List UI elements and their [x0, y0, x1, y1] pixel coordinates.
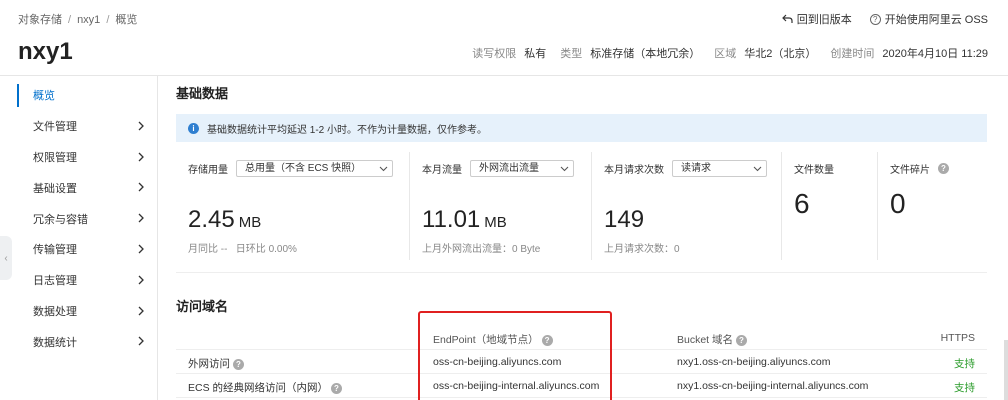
- requests-label: 本月请求次数: [604, 164, 664, 176]
- traffic-last-month: 上月外网流出流量：0 Byte: [422, 244, 541, 255]
- breadcrumb-bucket[interactable]: nxy1: [77, 14, 100, 26]
- chevron-right-icon: [138, 244, 144, 254]
- traffic-card: 本月流量 外网流出流量 11.01 MB 上月外网流出流量：0 Byte: [410, 152, 592, 260]
- oss-bucket-overview: 对象存储 / nxy1/概览 回到旧版本 ? 开始使用阿里云 OSS nxy1 读写…: [0, 0, 1008, 400]
- bucket-meta: 读写权限 私有 类型 标准存储（本地冗余） 区域 华北2（北京） 创建时间 20…: [472, 45, 994, 61]
- row-access-type: ECS 的经典网络访问（内网） ?: [188, 380, 342, 395]
- breadcrumb-current: 概览: [115, 14, 138, 26]
- chevron-right-icon: [138, 152, 144, 162]
- chevron-right-icon: [138, 336, 144, 346]
- rw-label: 读写权限: [472, 48, 517, 60]
- domains-title: 访问域名: [176, 299, 229, 314]
- requests-value: 149: [604, 206, 645, 233]
- sidebar-item-overview[interactable]: 概览: [0, 80, 157, 111]
- row-bucket-domain[interactable]: nxy1.oss-cn-beijing.aliyuncs.com: [677, 356, 830, 368]
- section-divider: [176, 272, 987, 273]
- sidebar-item-data-processing[interactable]: 数据处理: [0, 296, 157, 327]
- traffic-value: 11.01 MB: [422, 206, 507, 233]
- chevron-down-icon: [379, 166, 388, 171]
- chevron-right-icon: [138, 213, 144, 223]
- chevron-left-icon: ‹: [4, 252, 8, 264]
- file-count-card: 文件数量 6: [782, 152, 878, 260]
- chevron-down-icon: [753, 166, 762, 171]
- fragments-label: 文件碎片: [890, 164, 930, 176]
- type-label: 类型: [560, 48, 583, 60]
- chevron-right-icon: [138, 121, 144, 131]
- region-value: 华北2（北京）: [744, 48, 817, 60]
- chevron-right-icon: [138, 182, 144, 192]
- endpoint-highlight-box: [418, 311, 612, 400]
- storage-compare: 月同比 -- 日环比 0.00%: [188, 244, 297, 255]
- file-count-label: 文件数量: [794, 164, 834, 176]
- row-bucket-domain[interactable]: nxy1.oss-cn-beijing-internal.aliyuncs.co…: [677, 380, 868, 392]
- sidebar-item-redundancy[interactable]: 冗余与容错: [0, 203, 157, 234]
- help-icon[interactable]: ?: [938, 162, 949, 174]
- bucket-domain-header: Bucket 域名 ?: [677, 332, 747, 347]
- return-arrow-icon: [781, 14, 793, 23]
- help-icon[interactable]: ?: [232, 358, 244, 370]
- sidebar-item-transfer[interactable]: 传输管理: [0, 234, 157, 265]
- stats-cards: 存储用量 总用量（不含 ECS 快照） 2.45 MB 月同比 -- 日环比 0.…: [176, 152, 987, 260]
- fragments-card: 文件碎片 ? 0: [878, 152, 987, 260]
- question-circle-icon: ?: [869, 13, 881, 25]
- file-count-value: 6: [794, 188, 810, 219]
- https-header: HTTPS: [940, 332, 975, 344]
- sidebar-item-files[interactable]: 文件管理: [0, 111, 157, 142]
- help-icon[interactable]: ?: [735, 334, 747, 346]
- sidebar: 概览 文件管理 权限管理 基础设置 冗余与容错 传输管理 日志管理 数据处理 数…: [0, 76, 158, 400]
- storage-label: 存储用量: [188, 164, 228, 176]
- created-value: 2020年4月10日 11:29: [882, 48, 988, 60]
- storage-value: 2.45 MB: [188, 206, 262, 233]
- requests-card: 本月请求次数 读请求 149 上月请求次数：0: [592, 152, 782, 260]
- breadcrumb-oss[interactable]: 对象存储: [18, 14, 62, 26]
- storage-type-select[interactable]: 总用量（不含 ECS 快照）: [236, 159, 393, 177]
- get-started-link[interactable]: ? 开始使用阿里云 OSS: [869, 11, 988, 27]
- storage-card: 存储用量 总用量（不含 ECS 快照） 2.45 MB 月同比 -- 日环比 0.…: [176, 152, 410, 260]
- info-icon: i: [188, 122, 199, 134]
- type-value: 标准存储（本地冗余）: [590, 48, 701, 60]
- requests-last-month: 上月请求次数：0: [604, 244, 680, 255]
- sidebar-item-basic-settings[interactable]: 基础设置: [0, 172, 157, 203]
- row-access-type: 外网访问 ?: [188, 356, 244, 371]
- chevron-down-icon: [560, 166, 569, 171]
- traffic-type-select[interactable]: 外网流出流量: [470, 159, 574, 177]
- region-label: 区域: [714, 48, 737, 60]
- bucket-name: nxy1: [18, 38, 73, 65]
- sidebar-item-logs[interactable]: 日志管理: [0, 265, 157, 296]
- sidebar-item-statistics[interactable]: 数据统计: [0, 326, 157, 357]
- row-https-status: 支持: [954, 358, 975, 370]
- scrollbar[interactable]: [1004, 340, 1008, 400]
- fragments-value: 0: [890, 188, 906, 219]
- sidebar-collapse-handle[interactable]: ‹: [0, 236, 12, 280]
- basic-data-title: 基础数据: [176, 86, 229, 101]
- notice-banner: i 基础数据统计平均延迟 1-2 小时。不作为计量数据，仅作参考。: [176, 114, 987, 142]
- sidebar-item-permissions[interactable]: 权限管理: [0, 142, 157, 173]
- chevron-right-icon: [138, 275, 144, 285]
- breadcrumb: 对象存储 / nxy1/概览: [18, 14, 138, 26]
- top-links: 回到旧版本 ? 开始使用阿里云 OSS: [781, 11, 988, 27]
- help-icon[interactable]: ?: [330, 382, 342, 394]
- rw-value: 私有: [524, 48, 547, 60]
- back-to-old-version-link[interactable]: 回到旧版本: [781, 11, 852, 27]
- traffic-label: 本月流量: [422, 164, 462, 176]
- request-type-select[interactable]: 读请求: [672, 159, 767, 177]
- created-label: 创建时间: [830, 48, 875, 60]
- row-https-status: 支持: [954, 382, 975, 394]
- notice-text: 基础数据统计平均延迟 1-2 小时。不作为计量数据，仅作参考。: [207, 124, 488, 136]
- chevron-right-icon: [138, 306, 144, 316]
